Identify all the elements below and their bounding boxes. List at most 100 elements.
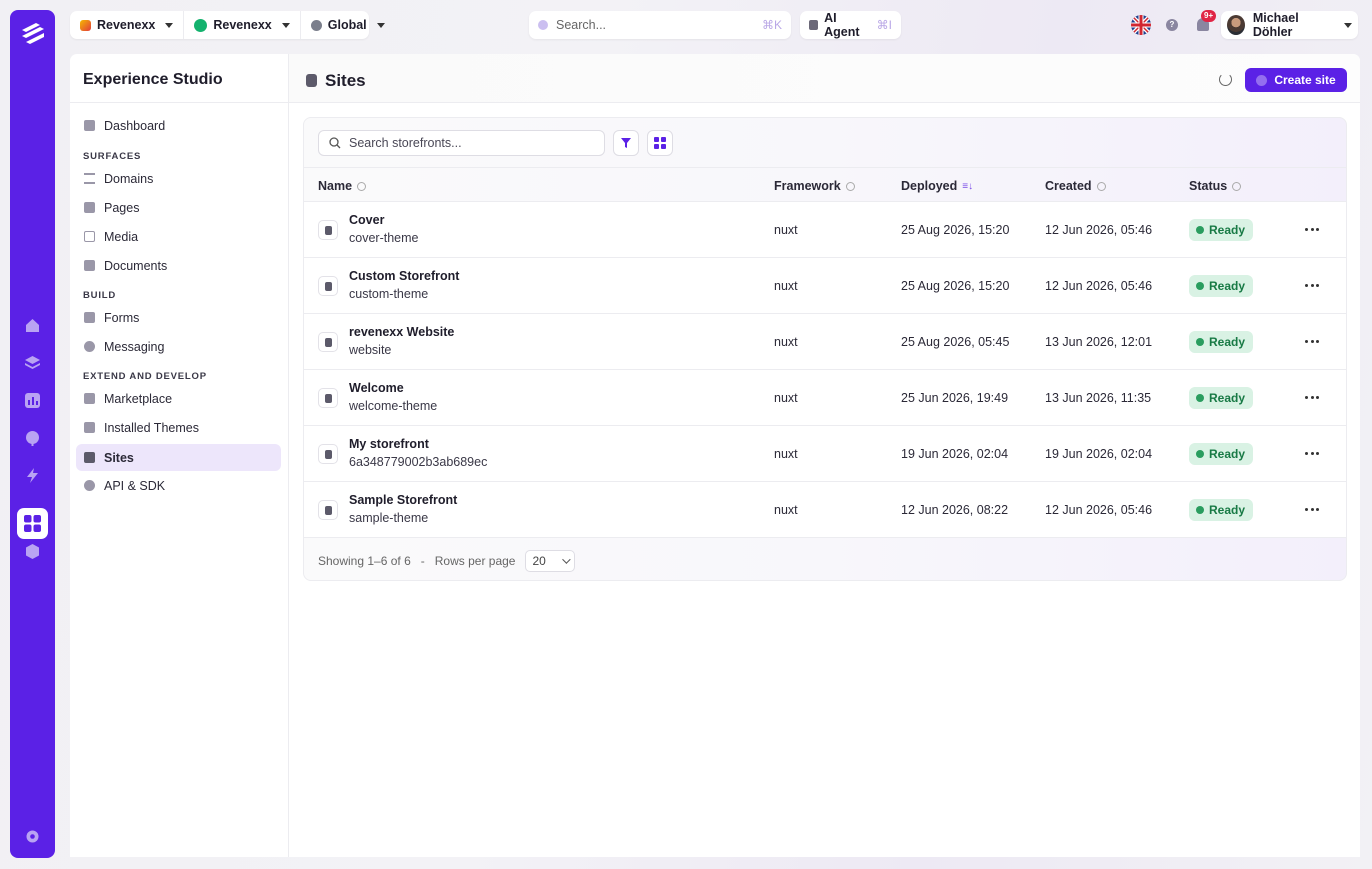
sites-table-card: Search storefronts... Name Framework Dep… [303,117,1347,581]
row-actions-menu-icon[interactable] [1305,396,1319,400]
sidebar-item-messaging[interactable]: Messaging [76,333,281,360]
sidebar-item-label: Installed Themes [104,420,199,435]
storefront-search-input[interactable]: Search storefronts... [318,130,605,156]
sidebar-item-pages[interactable]: Pages [76,194,281,221]
domains-icon [84,173,95,184]
column-header-deployed[interactable]: Deployed ≡↓ [901,179,973,193]
column-header-name[interactable]: Name [318,179,367,193]
rows-per-page-select[interactable]: 20 [525,550,576,572]
grid-view-icon [654,137,666,149]
sidebar-item-sites[interactable]: Sites [76,444,281,471]
search-shortcut: ⌘K [761,18,782,32]
row-actions-menu-icon[interactable] [1305,228,1319,232]
site-framework: nuxt [774,279,798,293]
pagination-summary: Showing 1–6 of 6 [318,554,411,568]
refresh-icon[interactable] [1219,73,1232,86]
sort-icon [845,181,855,191]
sidebar-item-media[interactable]: Media [76,223,281,250]
settings-gear-icon[interactable] [23,827,42,846]
app-logo-icon[interactable] [18,20,47,49]
marketplace-icon [84,393,95,404]
sidebar-item-domains[interactable]: Domains [76,165,281,192]
global-search[interactable]: Search... ⌘K [529,11,791,39]
row-actions-menu-icon[interactable] [1305,452,1319,456]
sidebar-item-label: Dashboard [104,118,166,133]
uk-flag-icon[interactable] [1131,15,1151,35]
ai-agent-icon [809,20,819,30]
layers-icon[interactable] [23,353,42,372]
brand-selector[interactable]: Revenexx [70,11,185,39]
site-icon [318,500,338,520]
view-toggle-button[interactable] [647,130,673,156]
sidebar-item-api-sdk[interactable]: API & SDK [76,472,281,499]
plus-icon [1256,74,1268,86]
table-row[interactable]: Welcome welcome-theme nuxt 25 Jun 2026, 19:… [304,370,1346,426]
site-name[interactable]: Cover [349,213,384,227]
organization-selector[interactable]: Revenexx [184,11,301,39]
site-framework: nuxt [774,503,798,517]
sidebar-section-extend: EXTEND AND DEVELOP [83,371,207,382]
site-name[interactable]: Custom Storefront [349,269,459,283]
sidebar-item-installed-themes[interactable]: Installed Themes [76,414,281,441]
experience-studio-icon[interactable] [17,508,48,539]
site-name[interactable]: Welcome [349,381,404,395]
sidebar-item-label: Media [104,229,139,244]
create-site-button[interactable]: Create site [1245,68,1347,92]
table-row[interactable]: Custom Storefront custom-theme nuxt 25 Aug … [304,258,1346,314]
ai-agent-button[interactable]: AI Agent ⌘I [800,11,901,39]
row-actions-menu-icon[interactable] [1305,284,1319,288]
sort-descending-icon: ≡↓ [962,180,974,192]
table-row[interactable]: Sample Storefront sample-theme nuxt 12 Jun … [304,482,1346,538]
column-header-status[interactable]: Status [1189,179,1242,193]
column-header-label: Status [1189,179,1228,193]
analytics-icon[interactable] [23,391,42,410]
site-name[interactable]: revenexx Website [349,325,454,339]
site-created: 12 Jun 2026, 05:46 [1045,223,1153,237]
help-icon[interactable]: ? [1166,19,1178,31]
status-badge: Ready [1189,499,1254,521]
user-menu[interactable]: Michael Döhler [1221,11,1358,39]
location-icon[interactable] [23,429,42,448]
chevron-down-icon [165,22,174,28]
table-row[interactable]: Cover cover-theme nuxt 25 Aug 2026, 15:20 12… [304,202,1346,258]
site-name[interactable]: Sample Storefront [349,493,457,507]
site-name[interactable]: My storefront [349,437,429,451]
row-actions-menu-icon[interactable] [1305,508,1319,512]
table-row[interactable]: revenexx Website website nuxt 25 Aug 2026, … [304,314,1346,370]
site-created: 12 Jun 2026, 05:46 [1045,503,1153,517]
sidebar-item-label: Messaging [104,339,165,354]
region-selector[interactable]: Global [301,11,395,39]
column-header-label: Name [318,179,353,193]
row-actions-menu-icon[interactable] [1305,340,1319,344]
sidebar-item-label: Pages [104,200,140,215]
sort-icon [1096,181,1106,191]
chevron-down-icon [562,555,572,564]
sidebar-item-marketplace[interactable]: Marketplace [76,385,281,412]
search-icon [538,20,548,30]
status-dot-icon [1196,506,1204,514]
home-icon[interactable] [23,316,42,335]
column-header-framework[interactable]: Framework [774,179,855,193]
sidebar-item-dashboard[interactable]: Dashboard [76,112,281,139]
site-slug: sample-theme [349,511,429,525]
organization-selector-label: Revenexx [213,18,272,32]
bolt-icon[interactable] [23,466,42,485]
sidebar-item-forms[interactable]: Forms [76,304,281,331]
globe-icon [310,19,322,31]
status-label: Ready [1209,223,1246,237]
global-search-placeholder: Search... [556,18,607,32]
column-header-created[interactable]: Created [1045,179,1106,193]
sites-icon [306,74,317,87]
filter-icon [621,138,631,148]
sidebar-item-documents[interactable]: Documents [76,252,281,279]
table-row[interactable]: My storefront 6a348779002b3ab689ec nuxt 19 … [304,426,1346,482]
sidebar-section-build: BUILD [83,290,117,301]
column-header-label: Deployed [901,179,958,193]
filter-button[interactable] [613,130,639,156]
sidebar-item-label: Domains [104,171,154,186]
site-slug: website [349,343,392,357]
chevron-down-icon [281,22,290,28]
cube-icon[interactable] [23,542,42,561]
status-dot-icon [1196,282,1204,290]
site-deployed: 19 Jun 2026, 02:04 [901,447,1009,461]
